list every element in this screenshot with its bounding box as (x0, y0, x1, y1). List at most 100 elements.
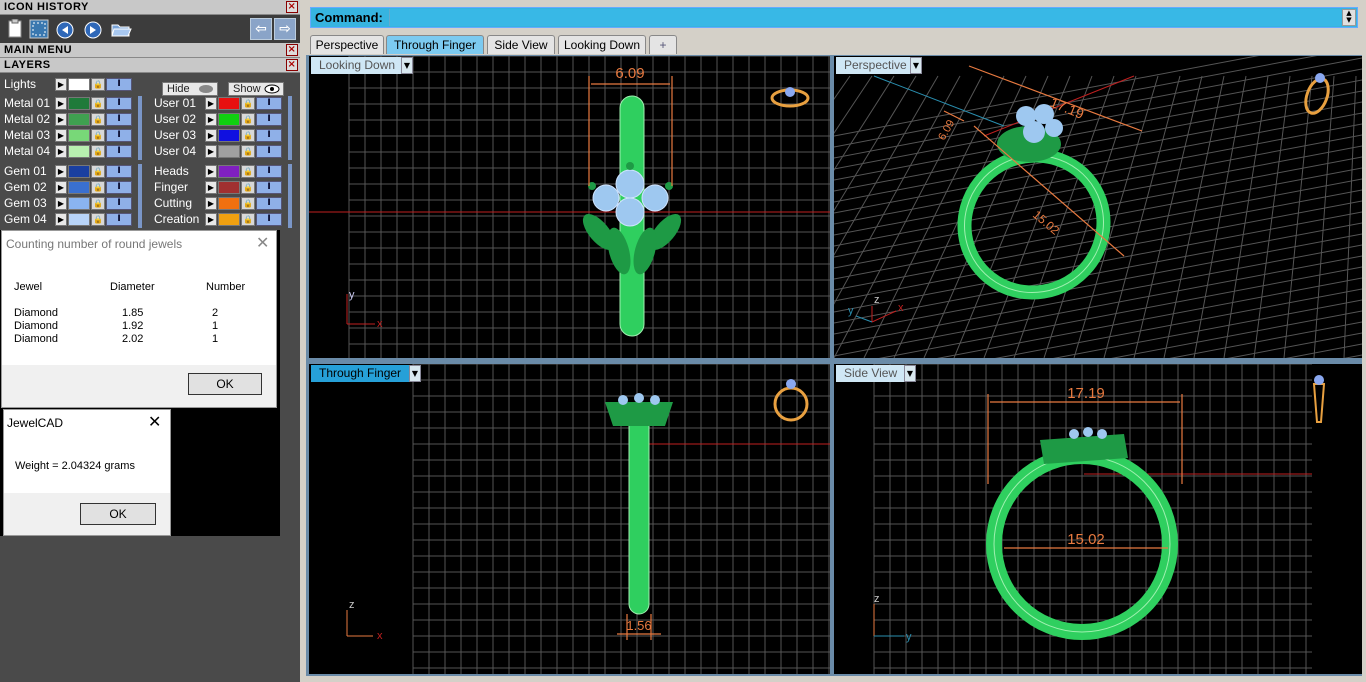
viewport-label-looking-down[interactable]: Looking Down (311, 57, 404, 74)
layer-lock-icon[interactable]: 🔒 (91, 145, 105, 158)
layer-lock-icon[interactable]: 🔒 (241, 181, 255, 194)
redo-icon[interactable] (82, 19, 104, 39)
viewport-dropdown-icon[interactable]: ▼ (904, 365, 916, 382)
layer-visibility-toggle[interactable]: I (256, 129, 282, 142)
layer-lock-icon[interactable]: 🔒 (91, 129, 105, 142)
layer-visibility-toggle[interactable]: I (106, 129, 132, 142)
command-input[interactable] (389, 9, 1341, 26)
layer-color-swatch[interactable] (218, 129, 240, 142)
layer-expand-icon[interactable]: ▶ (205, 165, 217, 178)
layer-visibility-toggle[interactable]: I (256, 113, 282, 126)
layer-lock-icon[interactable]: 🔒 (241, 197, 255, 210)
layer-visibility-toggle[interactable]: I (106, 197, 132, 210)
show-button[interactable]: Show (228, 82, 284, 96)
layer-lock-icon[interactable]: 🔒 (91, 197, 105, 210)
main-menu-header[interactable]: MAIN MENU × (0, 43, 300, 58)
close-icon[interactable]: × (286, 1, 298, 13)
viewport-dropdown-icon[interactable]: ▼ (910, 57, 922, 74)
layer-color-swatch[interactable] (218, 165, 240, 178)
weight-ok-button[interactable]: OK (80, 503, 156, 525)
viewport-label-side-view[interactable]: Side View (836, 365, 906, 382)
layer-color-swatch[interactable] (218, 181, 240, 194)
close-icon[interactable]: × (286, 44, 298, 56)
viewport-through-finger[interactable]: 1.56 z x Through Finger ▼ (309, 364, 830, 674)
layer-color-swatch[interactable] (68, 197, 90, 210)
grid-select-icon[interactable] (28, 19, 50, 39)
layer-visibility-toggle[interactable]: I (256, 165, 282, 178)
layer-expand-icon[interactable]: ▶ (205, 97, 217, 110)
layer-lock-icon[interactable]: 🔒 (241, 213, 255, 226)
layer-visibility-toggle[interactable]: I (106, 145, 132, 158)
layer-color-swatch[interactable] (218, 97, 240, 110)
jewel-ok-button[interactable]: OK (188, 373, 262, 395)
layer-lock-icon[interactable]: 🔒 (241, 113, 255, 126)
layer-expand-icon[interactable]: ▶ (55, 197, 67, 210)
layer-color-swatch[interactable] (68, 129, 90, 142)
layer-visibility-toggle[interactable]: I (106, 113, 132, 126)
layer-lock-icon[interactable]: 🔒 (91, 181, 105, 194)
layer-visibility-toggle[interactable]: I (256, 97, 282, 110)
layer-lock-icon[interactable]: 🔒 (241, 97, 255, 110)
layer-expand-icon[interactable]: ▶ (205, 129, 217, 142)
layer-expand-icon[interactable]: ▶ (55, 213, 67, 226)
layer-visibility-toggle[interactable]: I (106, 165, 132, 178)
viewport-perspective[interactable]: 17.19 15.02 6.09 z x y Perspective ▼ (834, 56, 1362, 358)
viewport-label-perspective[interactable]: Perspective (836, 57, 915, 74)
layer-lock-icon[interactable]: 🔒 (241, 165, 255, 178)
layer-lock-icon[interactable]: 🔒 (91, 113, 105, 126)
layer-color-swatch[interactable] (68, 113, 90, 126)
hide-button[interactable]: Hide (162, 82, 218, 96)
tab-through-finger[interactable]: Through Finger (386, 35, 484, 54)
close-icon[interactable]: × (286, 59, 298, 71)
layer-color-swatch[interactable] (68, 145, 90, 158)
close-icon[interactable]: ✕ (148, 412, 161, 431)
viewport-side-view[interactable]: 17.19 15.02 z y Side View ▼ (834, 364, 1362, 674)
layer-visibility-toggle[interactable]: I (256, 197, 282, 210)
layer-expand-icon[interactable]: ▶ (55, 113, 67, 126)
tab-looking-down[interactable]: Looking Down (558, 35, 646, 54)
command-scroll-icon[interactable]: ▲ ▼ (1342, 9, 1356, 26)
open-folder-icon[interactable] (110, 19, 132, 39)
layer-lock-icon[interactable]: 🔒 (91, 97, 105, 110)
layer-lock-icon[interactable]: 🔒 (91, 213, 105, 226)
close-icon[interactable]: ✕ (256, 233, 269, 252)
layer-expand-icon[interactable]: ▶ (55, 165, 67, 178)
layer-lock-icon[interactable]: 🔒 (91, 165, 105, 178)
tab-side-view[interactable]: Side View (487, 35, 555, 54)
layer-expand-icon[interactable]: ▶ (55, 145, 67, 158)
layer-color-swatch[interactable] (68, 181, 90, 194)
layer-lock-icon[interactable]: 🔒 (241, 145, 255, 158)
layer-expand-icon[interactable]: ▶ (205, 113, 217, 126)
layer-color-swatch[interactable] (218, 197, 240, 210)
layer-color-swatch[interactable] (218, 213, 240, 226)
tab-perspective[interactable]: Perspective (310, 35, 384, 54)
history-forward-icon[interactable]: ⇨ (274, 18, 296, 40)
layer-color-swatch[interactable] (218, 113, 240, 126)
viewport-label-through-finger[interactable]: Through Finger (311, 365, 410, 382)
layer-expand-icon[interactable]: ▶ (205, 213, 217, 226)
lights-visibility-toggle[interactable]: I (106, 78, 132, 91)
add-tab-icon[interactable]: + (649, 35, 677, 54)
lights-color-swatch[interactable] (68, 78, 90, 91)
viewport-looking-down[interactable]: 6.09 y x Looking Down ▼ (309, 56, 830, 358)
layer-expand-icon[interactable]: ▶ (205, 197, 217, 210)
layer-expand-icon[interactable]: ▶ (55, 97, 67, 110)
layer-visibility-toggle[interactable]: I (106, 213, 132, 226)
history-back-icon[interactable]: ⇦ (250, 18, 272, 40)
layer-visibility-toggle[interactable]: I (256, 213, 282, 226)
layer-color-swatch[interactable] (68, 97, 90, 110)
undo-icon[interactable] (54, 19, 76, 39)
layer-visibility-toggle[interactable]: I (106, 181, 132, 194)
layer-lock-icon[interactable]: 🔒 (241, 129, 255, 142)
layer-color-swatch[interactable] (218, 145, 240, 158)
layer-visibility-toggle[interactable]: I (106, 97, 132, 110)
lights-lock-icon[interactable]: 🔒 (91, 78, 105, 91)
layer-color-swatch[interactable] (68, 165, 90, 178)
layer-expand-icon[interactable]: ▶ (205, 181, 217, 194)
layer-color-swatch[interactable] (68, 213, 90, 226)
layer-visibility-toggle[interactable]: I (256, 181, 282, 194)
lights-expand-icon[interactable]: ▶ (55, 78, 67, 91)
layer-expand-icon[interactable]: ▶ (205, 145, 217, 158)
layer-visibility-toggle[interactable]: I (256, 145, 282, 158)
layer-expand-icon[interactable]: ▶ (55, 181, 67, 194)
